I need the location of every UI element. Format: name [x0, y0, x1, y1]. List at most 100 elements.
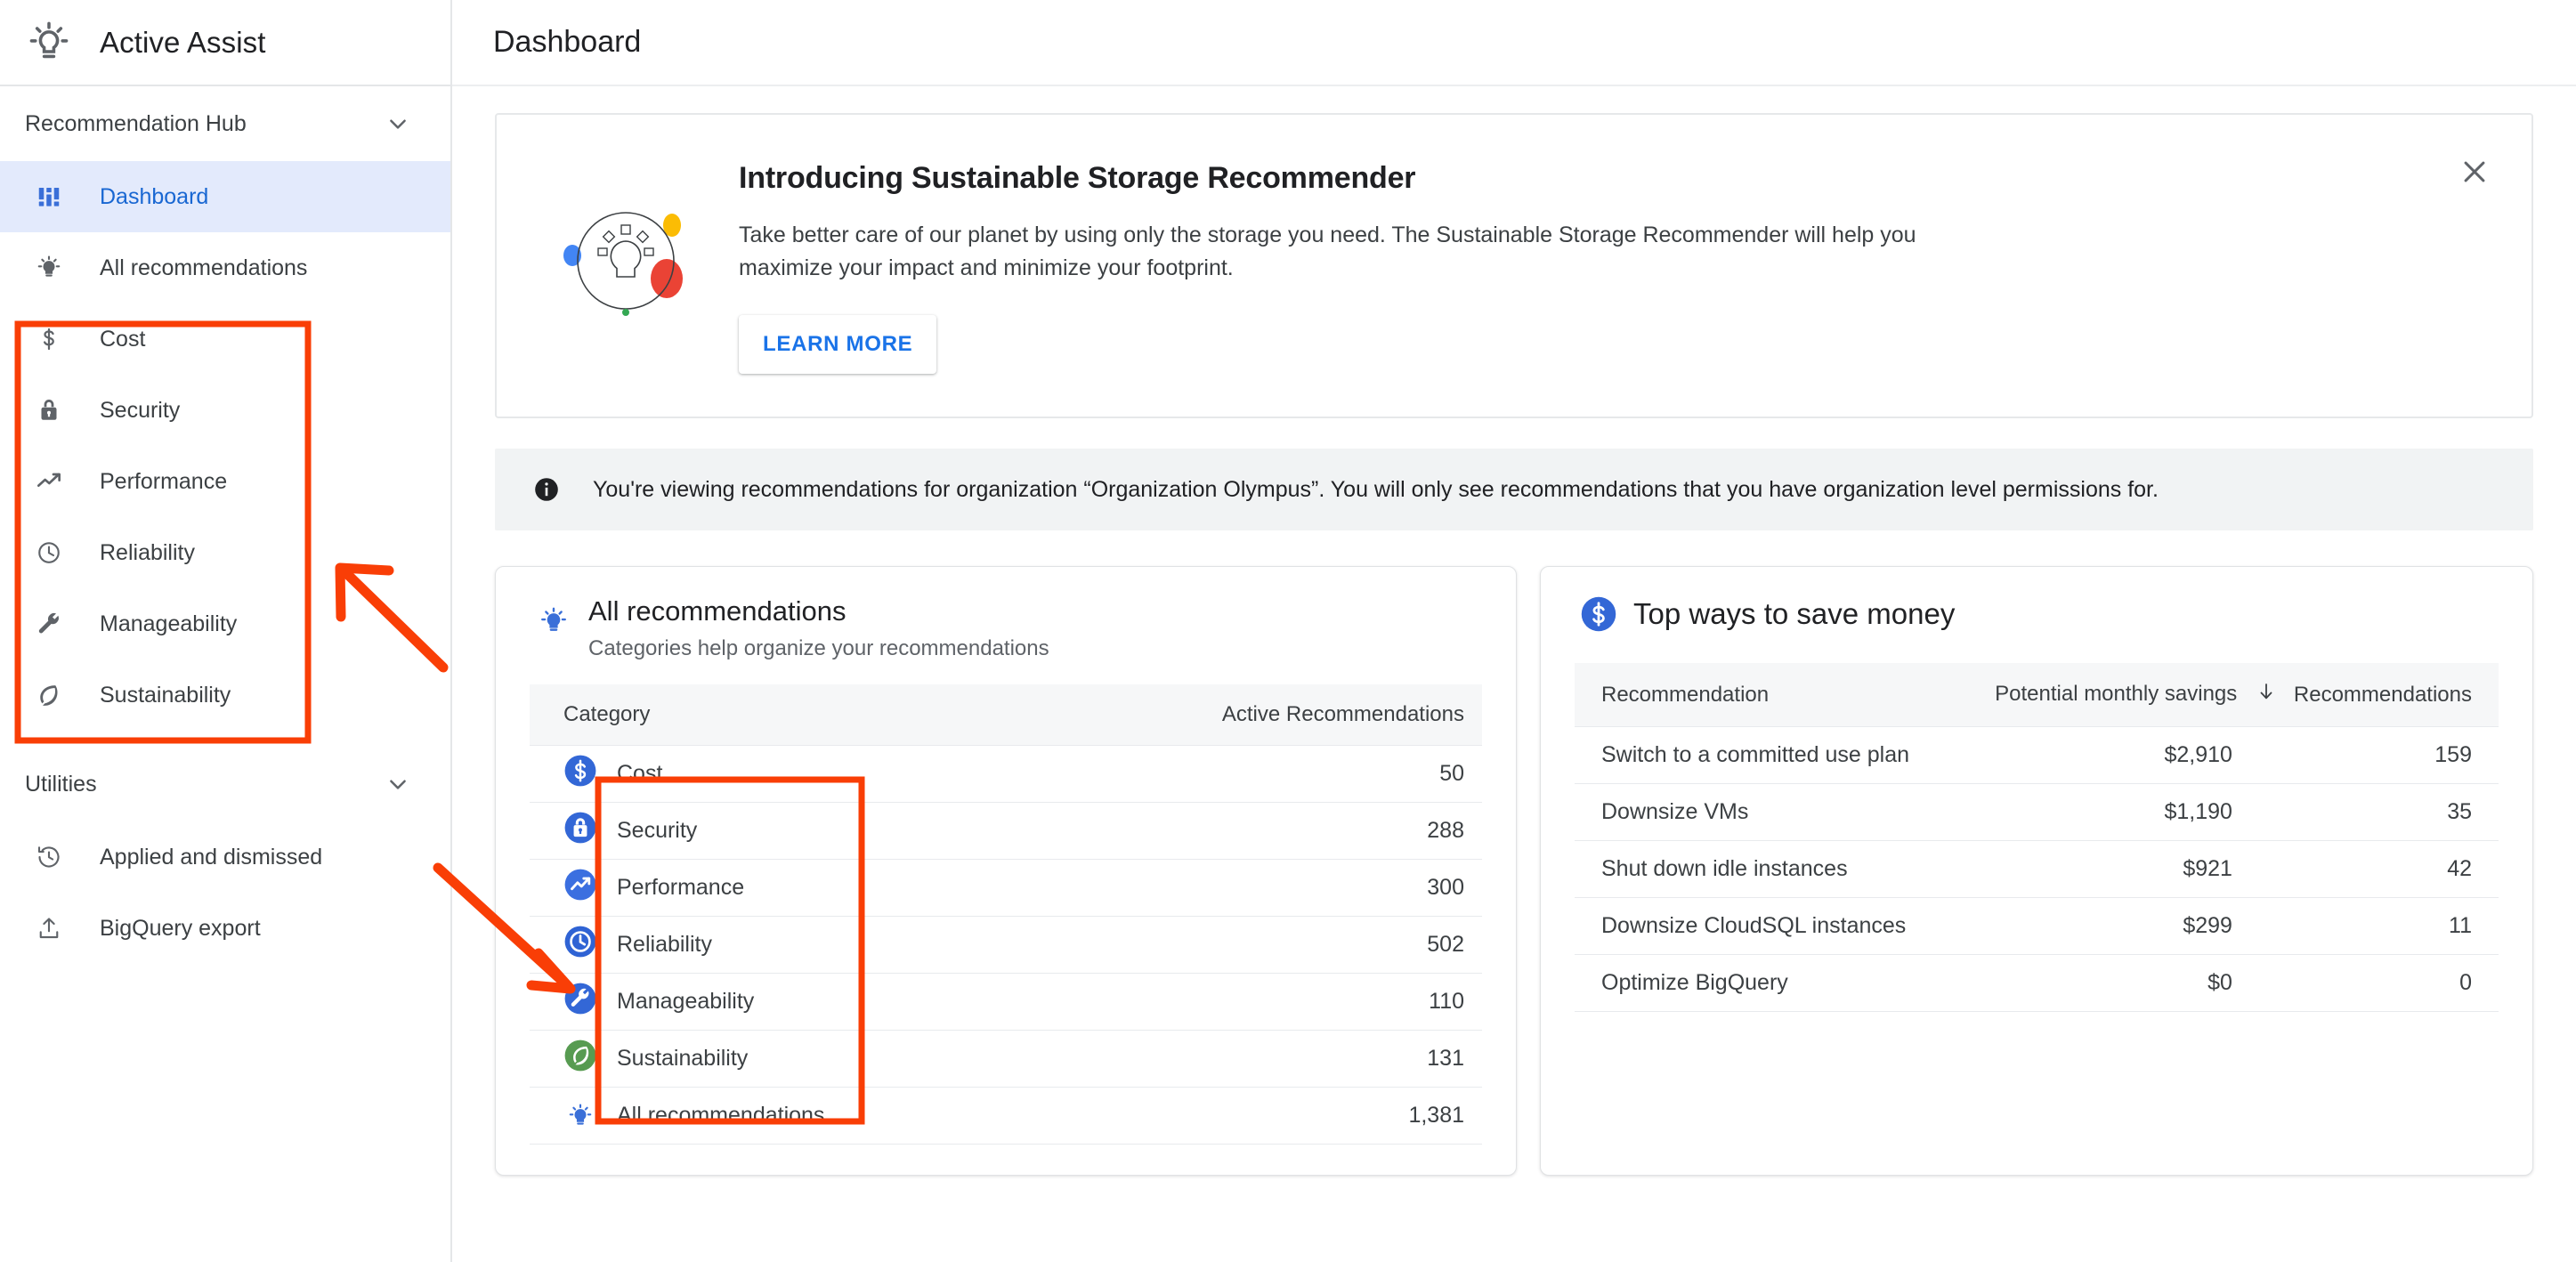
sidebar-item-performance[interactable]: Performance [0, 446, 450, 517]
sidebar-item-label: Applied and dismissed [100, 844, 323, 870]
lightbulb-icon [563, 1103, 597, 1129]
org-info-notice: You're viewing recommendations for organ… [495, 449, 2533, 530]
sort-descending-arrow[interactable] [2256, 681, 2277, 708]
sidebar-item-security[interactable]: Security [0, 375, 450, 446]
dashboard-icon [36, 183, 75, 210]
org-info-text: You're viewing recommendations for organ… [593, 476, 2159, 502]
sidebar-item-label: Dashboard [100, 183, 209, 209]
table-row[interactable]: Reliability 502 [530, 916, 1482, 974]
trending-up-icon [36, 467, 75, 496]
cards-row: All recommendations Categories help orga… [495, 566, 2533, 1176]
leaf-circle-icon [563, 1039, 597, 1079]
active-count: 502 [1035, 916, 1482, 974]
info-icon [531, 475, 563, 504]
content-area: Introducing Sustainable Storage Recommen… [452, 86, 2576, 1176]
sidebar-item-reliability[interactable]: Reliability [0, 517, 450, 588]
recommendation-name: Downsize VMs [1575, 783, 1981, 841]
sidebar-item-label: BigQuery export [100, 915, 261, 941]
recommendation-name: Switch to a committed use plan [1575, 726, 1981, 784]
promo-description: Take better care of our planet by using … [739, 222, 1916, 280]
section-utilities[interactable]: Utilities [0, 747, 450, 821]
card-title: All recommendations [588, 595, 847, 627]
section-recommendation-hub[interactable]: Recommendation Hub [0, 86, 450, 161]
category-label: Sustainability [617, 1046, 749, 1071]
sidebar-item-label: Security [100, 397, 181, 423]
promo-banner: Introducing Sustainable Storage Recommen… [495, 113, 2533, 418]
column-header-active-recommendations[interactable]: Active Recommendations [1035, 684, 1482, 746]
category-label: Manageability [617, 989, 755, 1014]
history-icon [36, 844, 75, 870]
page-title: Dashboard [493, 25, 642, 59]
savings-table: Recommendation Potential monthly savings [1575, 663, 2499, 1012]
column-header-category[interactable]: Category [530, 684, 1036, 746]
lightbulb-icon [530, 595, 578, 636]
column-header-recommendation[interactable]: Recommendation [1575, 663, 1981, 727]
all-recommendations-card: All recommendations Categories help orga… [495, 566, 1517, 1176]
category-label: Cost [617, 761, 663, 786]
active-count: 50 [1035, 745, 1482, 803]
sidebar-item-label: Performance [100, 468, 228, 494]
dollar-icon [36, 326, 75, 352]
upload-icon [36, 915, 75, 942]
sidebar-item-dashboard[interactable]: Dashboard [0, 161, 450, 232]
table-row[interactable]: Cost 50 [530, 745, 1482, 803]
recommendation-count: 0 [2283, 954, 2499, 1012]
table-row[interactable]: Performance 300 [530, 859, 1482, 917]
table-row[interactable]: Security 288 [530, 802, 1482, 860]
potential-savings: $0 [1981, 954, 2284, 1012]
sidebar: Active Assist Recommendation Hub Dashboa… [0, 0, 452, 1262]
sidebar-item-bigquery-export[interactable]: BigQuery export [0, 893, 450, 964]
sidebar-item-label: Cost [100, 326, 146, 352]
main-area: Dashboard Introducing Sustainable Storag… [452, 0, 2576, 1262]
sidebar-item-manageability[interactable]: Manageability [0, 588, 450, 659]
lightbulb-idea-icon [23, 17, 75, 69]
category-label: Security [617, 818, 698, 843]
card-header: All recommendations Categories help orga… [530, 595, 1482, 661]
table-row[interactable]: Sustainability 131 [530, 1030, 1482, 1088]
lock-circle-icon [563, 811, 597, 851]
column-header-recommendations-count[interactable]: Recommendations [2283, 663, 2499, 727]
category-label: Performance [617, 875, 745, 900]
sidebar-item-cost[interactable]: Cost [0, 303, 450, 375]
table-row[interactable]: Manageability 110 [530, 973, 1482, 1031]
table-row[interactable]: Downsize VMs $1,190 35 [1575, 783, 2499, 841]
chevron-down-icon[interactable] [386, 773, 409, 796]
top-bar: Dashboard [452, 0, 2576, 86]
potential-savings: $299 [1981, 897, 2284, 955]
table-row[interactable]: Downsize CloudSQL instances $299 11 [1575, 897, 2499, 955]
potential-savings: $2,910 [1981, 726, 2284, 784]
close-icon[interactable] [2451, 149, 2498, 195]
table-row[interactable]: Shut down idle instances $921 42 [1575, 840, 2499, 898]
column-header-label: Potential monthly savings [1995, 681, 2238, 706]
promo-title: Introducing Sustainable Storage Recommen… [739, 161, 1416, 195]
table-row[interactable]: Optimize BigQuery $0 0 [1575, 954, 2499, 1012]
lock-icon [36, 397, 75, 424]
clock-circle-icon [563, 925, 597, 965]
table-header-row: Category Active Recommendations [530, 684, 1482, 746]
potential-savings: $1,190 [1981, 783, 2284, 841]
categories-table: Category Active Recommendations Cost 50 … [530, 684, 1482, 1145]
lightbulb-icon [36, 255, 75, 281]
sidebar-item-label: All recommendations [100, 255, 308, 280]
learn-more-button[interactable]: LEARN MORE [739, 315, 937, 374]
column-header-potential-savings[interactable]: Potential monthly savings [1981, 663, 2284, 727]
brand-header: Active Assist [0, 0, 450, 86]
sidebar-item-label: Sustainability [100, 682, 231, 708]
active-count: 1,381 [1035, 1087, 1482, 1145]
card-header: Top ways to save money [1575, 595, 2499, 633]
chevron-down-icon[interactable] [386, 112, 409, 135]
table-row-total[interactable]: All recommendations 1,381 [530, 1087, 1482, 1145]
promo-body: Introducing Sustainable Storage Recommen… [719, 154, 2496, 374]
sidebar-item-all-recommendations[interactable]: All recommendations [0, 232, 450, 303]
brand-title: Active Assist [100, 25, 266, 59]
sidebar-item-label: Reliability [100, 539, 195, 565]
recommendation-count: 35 [2283, 783, 2499, 841]
section-label: Utilities [25, 771, 97, 797]
sidebar-item-applied-and-dismissed[interactable]: Applied and dismissed [0, 821, 450, 893]
recommendation-name: Downsize CloudSQL instances [1575, 897, 1981, 955]
table-row[interactable]: Switch to a committed use plan $2,910 15… [1575, 726, 2499, 784]
dollar-circle-icon [1575, 595, 1623, 633]
app-root: Active Assist Recommendation Hub Dashboa… [0, 0, 2576, 1262]
category-label: Reliability [617, 932, 712, 957]
sidebar-item-sustainability[interactable]: Sustainability [0, 659, 450, 731]
